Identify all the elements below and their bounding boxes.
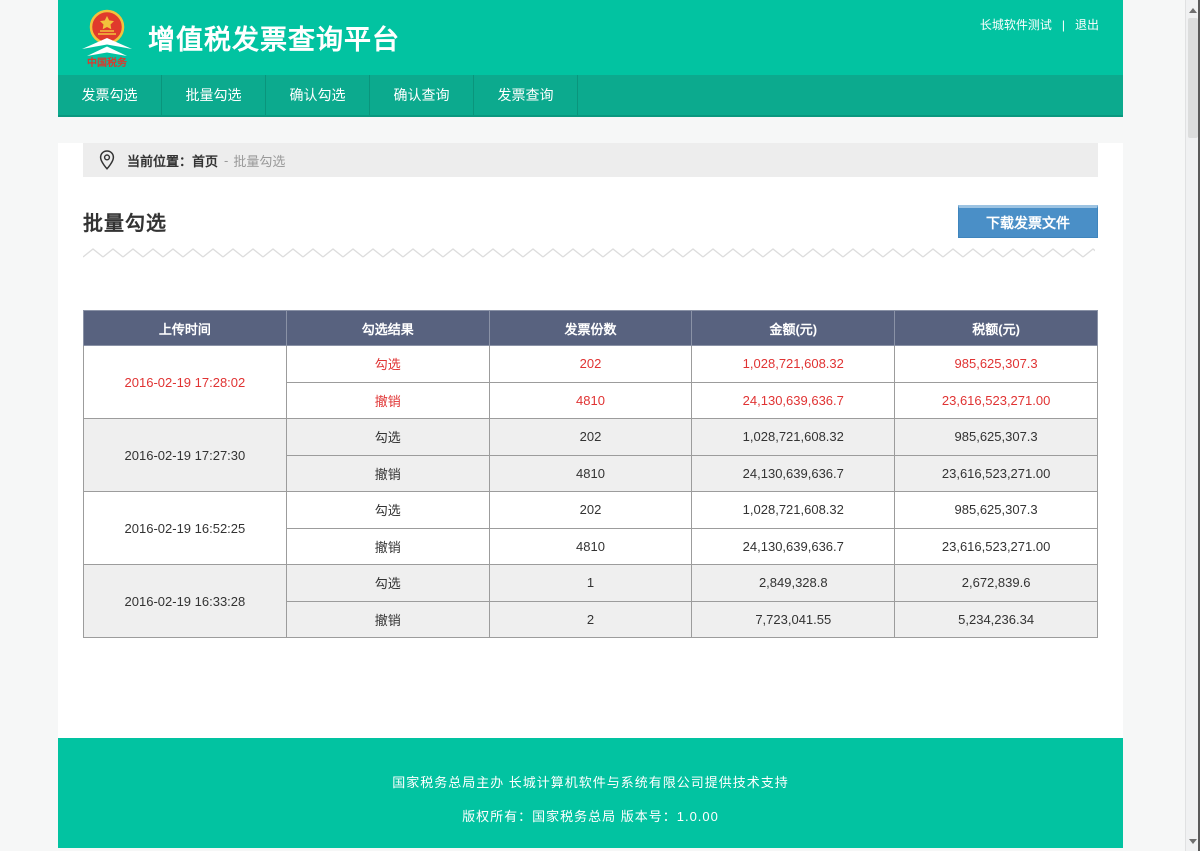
breadcrumb-home[interactable]: 当前位置：首页 <box>127 151 218 170</box>
table-row: 2016-02-19 17:28:02勾选2021,028,721,608.32… <box>84 346 1098 383</box>
col-header-count: 发票份数 <box>489 311 692 346</box>
nav-item-1[interactable]: 发票勾选 <box>58 75 162 115</box>
breadcrumb-current: 批量勾选 <box>233 151 285 170</box>
batch-check-table: 上传时间 勾选结果 发票份数 金额(元) 税额(元) 2016-02-19 17… <box>83 310 1098 638</box>
upload-time-cell: 2016-02-19 17:28:02 <box>84 346 287 419</box>
tax-cell: 985,625,307.3 <box>895 346 1098 383</box>
col-header-amount: 金额(元) <box>692 311 895 346</box>
download-invoice-file-button[interactable]: 下载发票文件 <box>958 205 1098 238</box>
tax-cell: 23,616,523,271.00 <box>895 455 1098 492</box>
nav-item-2[interactable]: 批量勾选 <box>162 75 266 115</box>
tax-cell: 985,625,307.3 <box>895 492 1098 529</box>
nav-item-3[interactable]: 确认勾选 <box>266 75 370 115</box>
section-heading: 批量勾选 <box>83 207 167 236</box>
table-head: 上传时间 勾选结果 发票份数 金额(元) 税额(元) <box>84 311 1098 346</box>
result-cell: 撤销 <box>286 601 489 638</box>
main-panel: 当前位置：首页 - 批量勾选 批量勾选 下载发票文件 上传 <box>58 143 1123 738</box>
browser-viewport: 中国税务 增值税发票查询平台 长城软件测试 | 退出 发票勾选批量勾选确认勾选确… <box>0 0 1200 851</box>
main-nav: 发票勾选批量勾选确认勾选确认查询发票查询 <box>58 75 1123 117</box>
count-cell: 1 <box>489 565 692 602</box>
table-row: 2016-02-19 16:33:28勾选12,849,328.82,672,8… <box>84 565 1098 602</box>
svg-text:中国税务: 中国税务 <box>87 56 128 68</box>
count-cell: 4810 <box>489 382 692 419</box>
count-cell: 202 <box>489 346 692 383</box>
amount-cell: 1,028,721,608.32 <box>692 346 895 383</box>
col-header-upload-time: 上传时间 <box>84 311 287 346</box>
amount-cell: 24,130,639,636.7 <box>692 382 895 419</box>
col-header-result: 勾选结果 <box>286 311 489 346</box>
tax-cell: 985,625,307.3 <box>895 419 1098 456</box>
count-cell: 4810 <box>489 455 692 492</box>
table-row: 2016-02-19 17:27:30勾选2021,028,721,608.32… <box>84 419 1098 456</box>
user-name: 长城软件测试 <box>980 16 1052 33</box>
location-pin-icon <box>99 150 115 170</box>
amount-cell: 7,723,041.55 <box>692 601 895 638</box>
upload-time-cell: 2016-02-19 16:52:25 <box>84 492 287 565</box>
amount-cell: 24,130,639,636.7 <box>692 455 895 492</box>
footer-copyright-line: 版权所有：国家税务总局 版本号：1.0.00 <box>58 806 1123 825</box>
heading-row: 批量勾选 下载发票文件 <box>83 205 1098 238</box>
amount-cell: 1,028,721,608.32 <box>692 492 895 529</box>
count-cell: 202 <box>489 419 692 456</box>
count-cell: 2 <box>489 601 692 638</box>
result-cell: 撤销 <box>286 528 489 565</box>
result-cell: 撤销 <box>286 382 489 419</box>
amount-cell: 2,849,328.8 <box>692 565 895 602</box>
count-cell: 4810 <box>489 528 692 565</box>
upload-time-cell: 2016-02-19 16:33:28 <box>84 565 287 638</box>
count-cell: 202 <box>489 492 692 529</box>
breadcrumb: 当前位置：首页 - 批量勾选 <box>83 143 1098 177</box>
nav-item-4[interactable]: 确认查询 <box>370 75 474 115</box>
result-cell: 勾选 <box>286 346 489 383</box>
result-cell: 勾选 <box>286 492 489 529</box>
amount-cell: 1,028,721,608.32 <box>692 419 895 456</box>
result-cell: 撤销 <box>286 455 489 492</box>
table-row: 2016-02-19 16:52:25勾选2021,028,721,608.32… <box>84 492 1098 529</box>
page-title: 增值税发票查询平台 <box>148 18 400 57</box>
zigzag-divider <box>83 246 1095 260</box>
tax-cell: 2,672,839.6 <box>895 565 1098 602</box>
tax-cell: 5,234,236.34 <box>895 601 1098 638</box>
tax-cell: 23,616,523,271.00 <box>895 382 1098 419</box>
user-divider: | <box>1062 18 1065 32</box>
site-header: 中国税务 增值税发票查询平台 长城软件测试 | 退出 <box>58 0 1123 75</box>
col-header-tax: 税额(元) <box>895 311 1098 346</box>
upload-time-cell: 2016-02-19 17:27:30 <box>84 419 287 492</box>
logout-link[interactable]: 退出 <box>1075 16 1099 33</box>
china-tax-logo-icon: 中国税务 <box>80 8 134 68</box>
user-box: 长城软件测试 | 退出 <box>980 16 1099 33</box>
footer-sponsor-line: 国家税务总局主办 长城计算机软件与系统有限公司提供技术支持 <box>58 772 1123 791</box>
scrollbar-thumb[interactable] <box>1188 18 1198 138</box>
site-footer: 国家税务总局主办 长城计算机软件与系统有限公司提供技术支持 版权所有：国家税务总… <box>58 738 1123 848</box>
amount-cell: 24,130,639,636.7 <box>692 528 895 565</box>
tax-cell: 23,616,523,271.00 <box>895 528 1098 565</box>
result-cell: 勾选 <box>286 565 489 602</box>
page-content-column: 中国税务 增值税发票查询平台 长城软件测试 | 退出 发票勾选批量勾选确认勾选确… <box>58 0 1123 848</box>
breadcrumb-separator: - <box>224 153 228 168</box>
nav-item-5[interactable]: 发票查询 <box>474 75 578 115</box>
table-header-row: 上传时间 勾选结果 发票份数 金额(元) 税额(元) <box>84 311 1098 346</box>
batch-table-body: 2016-02-19 17:28:02勾选2021,028,721,608.32… <box>84 346 1098 638</box>
result-cell: 勾选 <box>286 419 489 456</box>
